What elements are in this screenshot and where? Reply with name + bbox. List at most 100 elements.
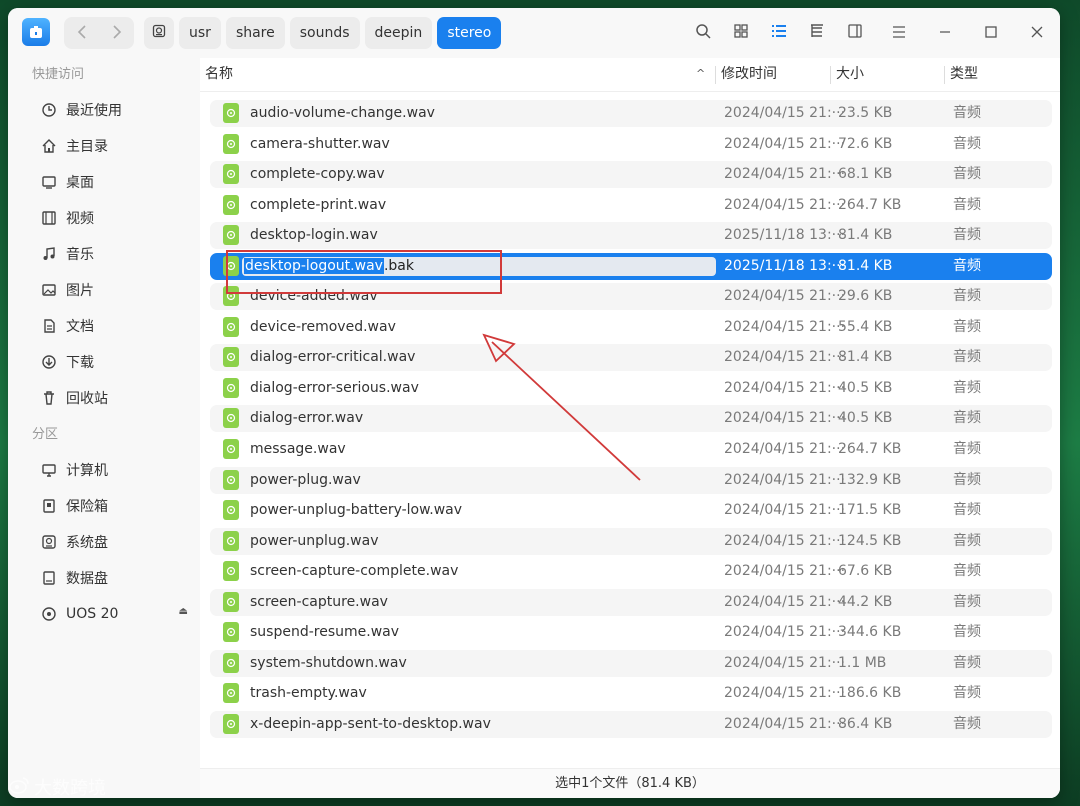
- breadcrumb-share[interactable]: share: [225, 17, 285, 49]
- sidebar-item-partition-2[interactable]: 系统盘: [8, 524, 200, 560]
- desktop-icon: [40, 173, 58, 191]
- sidebar-item-quick-0[interactable]: 最近使用: [8, 92, 200, 128]
- picture-icon: [40, 281, 58, 299]
- maximize-button[interactable]: [968, 16, 1014, 50]
- sidebar-item-label: 音乐: [66, 247, 94, 263]
- table-row[interactable]: complete-print.wav 2024/04/15 21:··· 264.7…: [210, 192, 1052, 219]
- file-size: 72.6 KB: [838, 135, 893, 152]
- audio-file-icon: [223, 164, 239, 185]
- file-manager-window: usr share sounds deepin stereo 快捷访问 最近使用…: [8, 8, 1060, 798]
- column-divider[interactable]: [944, 66, 945, 84]
- sidebar-item-partition-1[interactable]: 保险箱: [8, 488, 200, 524]
- table-row[interactable]: x-deepin-app-sent-to-desktop.wav 2024/04/…: [210, 710, 1052, 738]
- file-type: 音频: [953, 624, 981, 641]
- table-row[interactable]: desktop-login.wav 2025/11/18 13:··· 81.4 K…: [210, 222, 1052, 250]
- file-type: 音频: [953, 471, 981, 488]
- document-icon: [40, 317, 58, 335]
- file-modified: 2024/04/15 21:···: [724, 532, 846, 549]
- file-modified: 2024/04/15 21:···: [724, 166, 846, 183]
- file-name: power-plug.wav: [250, 471, 361, 488]
- column-divider[interactable]: [830, 66, 831, 84]
- file-type: 音频: [953, 105, 981, 121]
- sidebar-item-quick-2[interactable]: 桌面: [8, 164, 200, 200]
- file-modified: 2024/04/15 21:···: [724, 654, 846, 671]
- breadcrumb-usr[interactable]: usr: [179, 17, 221, 49]
- table-row[interactable]: screen-capture-complete.wav 2024/04/15 21…: [210, 558, 1052, 585]
- table-row[interactable]: camera-shutter.wav 2024/04/15 21:··· 72.6 …: [210, 131, 1052, 158]
- list-view-button[interactable]: [762, 16, 796, 50]
- column-name[interactable]: 名称: [205, 58, 233, 92]
- file-modified: 2024/04/15 21:···: [724, 135, 846, 152]
- tree-view-button[interactable]: [800, 16, 834, 50]
- file-modified: 2024/04/15 21:···: [724, 379, 846, 396]
- file-name: camera-shutter.wav: [250, 135, 390, 152]
- file-size: 81.4 KB: [838, 227, 893, 244]
- file-size: 264.7 KB: [838, 441, 902, 458]
- audio-file-icon: [223, 500, 239, 521]
- file-name: suspend-resume.wav: [250, 624, 400, 641]
- breadcrumb-root-disk[interactable]: [144, 17, 174, 49]
- breadcrumb-deepin[interactable]: deepin: [364, 17, 433, 49]
- file-name: message.wav: [250, 441, 346, 458]
- file-type: 音频: [953, 166, 981, 183]
- table-row[interactable]: screen-capture.wav 2024/04/15 21:··· 44.2 …: [210, 588, 1052, 616]
- sidebar-item-partition-4[interactable]: UOS 20 ⏏: [8, 596, 200, 632]
- close-button[interactable]: [1014, 16, 1060, 50]
- file-modified: 2024/04/15 21:···: [724, 196, 846, 213]
- column-size[interactable]: 大小: [836, 58, 864, 92]
- audio-file-icon: [223, 591, 239, 612]
- sidebar-item-label: 下载: [66, 355, 94, 371]
- music-icon: [40, 245, 58, 263]
- breadcrumb-stereo[interactable]: stereo: [437, 17, 502, 49]
- menu-button[interactable]: [876, 16, 922, 50]
- file-size: 132.9 KB: [838, 471, 902, 488]
- column-type[interactable]: 类型: [950, 58, 978, 92]
- audio-file-icon: [223, 713, 239, 734]
- sidebar-item-partition-3[interactable]: 数据盘: [8, 560, 200, 596]
- icon-view-button[interactable]: [724, 16, 758, 50]
- table-row[interactable]: trash-empty.wav 2024/04/15 21:··· 186.6 KB…: [210, 680, 1052, 707]
- sidebar-item-partition-0[interactable]: 计算机: [8, 452, 200, 488]
- audio-file-icon: [223, 316, 239, 337]
- sort-ascending-icon[interactable]: ^: [696, 58, 705, 92]
- table-row[interactable]: system-shutdown.wav 2024/04/15 21:··· 1.1 …: [210, 649, 1052, 677]
- audio-file-icon: [223, 561, 239, 582]
- file-type: 音频: [953, 502, 981, 519]
- file-type: 音频: [953, 563, 981, 580]
- back-button[interactable]: [64, 17, 99, 49]
- forward-button[interactable]: [99, 17, 134, 49]
- sidebar-item-quick-5[interactable]: 图片: [8, 272, 200, 308]
- sidebar-item-quick-3[interactable]: 视频: [8, 200, 200, 236]
- sidebar-item-quick-8[interactable]: 回收站: [8, 380, 200, 416]
- detail-panel-button[interactable]: [838, 16, 872, 50]
- file-name: power-unplug-battery-low.wav: [250, 502, 463, 519]
- file-type: 音频: [953, 288, 981, 305]
- file-name: power-unplug.wav: [250, 532, 379, 549]
- file-name: dialog-error.wav: [250, 410, 364, 427]
- annotation-highlight-box: [226, 250, 502, 294]
- sidebar-item-quick-1[interactable]: 主目录: [8, 128, 200, 164]
- column-modified[interactable]: 修改时间: [721, 58, 777, 92]
- sidebar-item-quick-4[interactable]: 音乐: [8, 236, 200, 272]
- file-size: 23.5 KB: [838, 105, 893, 121]
- menu-icon: [891, 24, 907, 43]
- sidebar-item-quick-6[interactable]: 文档: [8, 308, 200, 344]
- table-row[interactable]: audio-volume-change.wav 2024/04/15 21:···…: [210, 100, 1052, 127]
- file-modified: 2024/04/15 21:···: [724, 624, 846, 641]
- minimize-button[interactable]: [922, 16, 968, 50]
- column-divider[interactable]: [715, 66, 716, 84]
- table-row[interactable]: suspend-resume.wav 2024/04/15 21:··· 344.6…: [210, 619, 1052, 646]
- eject-icon[interactable]: ⏏: [179, 606, 188, 617]
- file-list-panel: 名称 ^ 修改时间 大小 类型 audio-volume-change.wav 2…: [200, 58, 1060, 798]
- disk-icon: [152, 24, 166, 42]
- search-button[interactable]: [686, 16, 720, 50]
- table-row[interactable]: complete-copy.wav 2024/04/15 21:··· 68.1 K…: [210, 161, 1052, 189]
- sidebar-item-label: 最近使用: [66, 103, 122, 119]
- table-row[interactable]: power-unplug.wav 2024/04/15 21:··· 124.5 K…: [210, 527, 1052, 555]
- breadcrumb-sounds[interactable]: sounds: [289, 17, 360, 49]
- sidebar-item-quick-7[interactable]: 下载: [8, 344, 200, 380]
- file-size: 40.5 KB: [838, 379, 893, 396]
- maximize-icon: [984, 24, 998, 43]
- table-row[interactable]: power-unplug-battery-low.wav 2024/04/15 2…: [210, 497, 1052, 524]
- file-name: dialog-error-critical.wav: [250, 349, 416, 366]
